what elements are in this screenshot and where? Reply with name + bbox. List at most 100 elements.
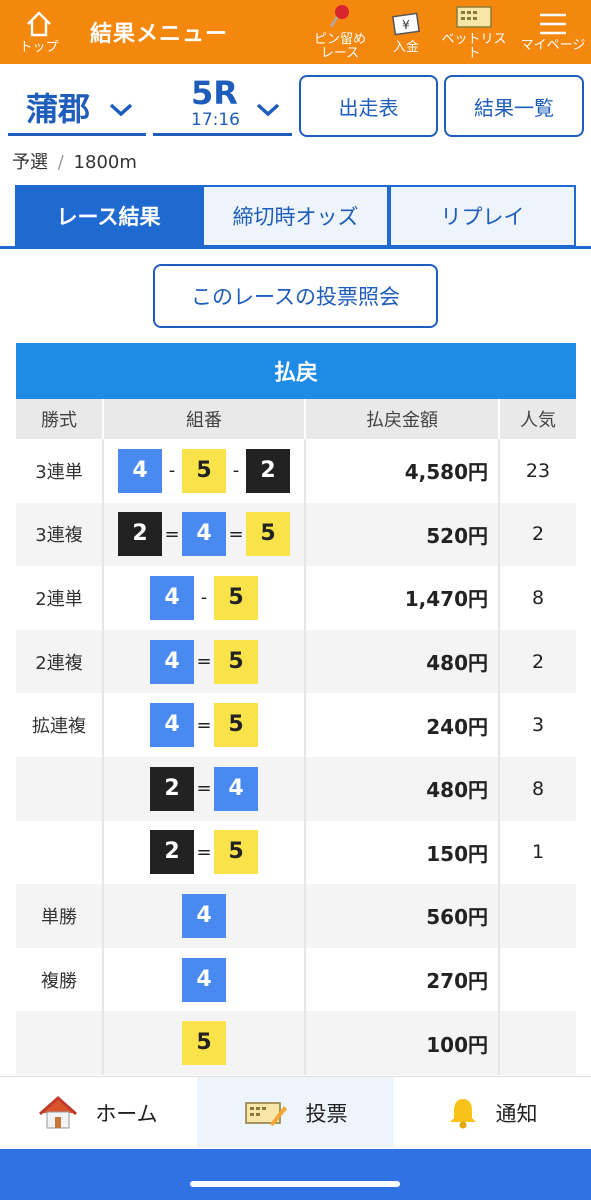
- popularity-cell: [499, 1011, 576, 1075]
- combination-cell: 4-5-2: [103, 439, 306, 503]
- betslip-icon: [456, 6, 492, 28]
- combination-cell: 4-5: [103, 566, 306, 630]
- column-header-combination: 組番: [103, 399, 306, 439]
- payout-amount-cell: 270円: [305, 947, 500, 1012]
- payout-rows: 3連単 4-5-2 4,580円 23 3連複 2 = 4 = 5 520円 2 2連単 4-5 1,470…: [16, 439, 576, 1075]
- mypage-button[interactable]: マイページ: [518, 0, 588, 64]
- app-header: トップ 結果メニュー ピン留め レース ¥ 入金 ベットリスト マイページ: [0, 0, 591, 64]
- popularity-cell: 1: [531, 841, 545, 864]
- popularity-cell: [499, 948, 576, 1012]
- entry-table-button[interactable]: 出走表: [299, 75, 438, 137]
- nav-vote-label: 投票: [305, 1101, 348, 1126]
- popularity-cell: [499, 884, 576, 948]
- boat-number-badge: 4: [182, 893, 226, 938]
- column-header-amount: 払戻金額: [305, 399, 500, 439]
- table-row: 複勝 4 270円: [16, 947, 576, 1012]
- page-title: 結果メニュー: [90, 22, 229, 47]
- payout-amount-cell: 520円: [305, 502, 500, 567]
- table-row: 3連単 4-5-2 4,580円 23: [16, 439, 576, 503]
- table-row: 2連複 4 = 5 480円 2: [16, 629, 576, 694]
- nav-vote[interactable]: 投票: [197, 1077, 394, 1148]
- boat-number-badge: 5: [246, 512, 290, 557]
- bet-type-cell: 単勝: [16, 884, 104, 948]
- system-nav-bar: [0, 1149, 591, 1200]
- payout-heading: 払戻: [16, 343, 576, 399]
- bet-type-cell: 拡連複: [16, 693, 104, 757]
- tab-replay[interactable]: リプレイ: [389, 185, 576, 247]
- bet-type-cell: 複勝: [16, 947, 104, 1012]
- tab-closing-odds[interactable]: 締切時オッズ: [202, 185, 389, 247]
- nav-notify[interactable]: 通知: [394, 1077, 591, 1148]
- yen-card-icon: ¥: [392, 12, 420, 36]
- combo-separator: -: [232, 460, 240, 482]
- table-header-row: 勝式 組番 払戻金額 人気: [16, 399, 576, 439]
- venue-name: 蒲郡: [26, 90, 91, 128]
- payout-amount-cell: 1,470円: [305, 566, 500, 630]
- boat-number-badge: 4: [150, 639, 194, 684]
- top-button[interactable]: トップ: [10, 0, 68, 64]
- result-list-button[interactable]: 結果一覧: [444, 75, 584, 137]
- bottom-nav: ホーム 投票 通知: [0, 1076, 591, 1148]
- nav-home[interactable]: ホーム: [0, 1077, 197, 1148]
- pushpin-icon: [329, 5, 349, 28]
- gesture-handle[interactable]: [190, 1181, 400, 1187]
- boat-number-badge: 2: [150, 766, 194, 811]
- payout-amount-cell: 4,580円: [305, 439, 500, 503]
- boat-number-badge: 5: [214, 639, 258, 684]
- venue-select[interactable]: 蒲郡: [8, 74, 146, 136]
- vote-inquiry-button[interactable]: このレースの投票照会: [153, 264, 438, 328]
- bet-type-cell: 3連単: [16, 439, 104, 503]
- boat-number-badge: 2: [150, 830, 194, 875]
- popularity-cell: 8: [531, 586, 545, 609]
- pin-race-button[interactable]: ピン留め レース: [306, 0, 374, 64]
- boat-number-badge: 5: [214, 830, 258, 875]
- tab-race-result[interactable]: レース結果: [15, 185, 202, 247]
- boat-number-badge: 4: [214, 766, 258, 811]
- betslip-pencil-icon: [244, 1101, 287, 1126]
- column-header-popularity: 人気: [499, 399, 576, 439]
- boat-number-badge: 4: [150, 575, 194, 620]
- betlist-button[interactable]: ベットリスト: [438, 0, 510, 64]
- combo-separator: =: [196, 651, 212, 673]
- bet-type-cell: 2連複: [16, 629, 104, 694]
- house-icon: [39, 1095, 78, 1128]
- race-grade: 予選: [12, 152, 48, 173]
- bet-type-cell: 3連複: [16, 502, 104, 567]
- boat-number-badge: 4: [150, 703, 194, 748]
- bet-type-cell: [16, 820, 104, 885]
- deposit-button[interactable]: ¥ 入金: [380, 0, 432, 64]
- combination-cell: 2 = 4: [103, 756, 306, 821]
- boat-number-badge: 2: [246, 448, 290, 493]
- race-number: 5R: [191, 74, 238, 112]
- table-row: 2 = 5 150円 1: [16, 820, 576, 885]
- race-select[interactable]: 5R 17:16: [153, 74, 292, 136]
- popularity-cell: 3: [531, 714, 545, 737]
- payout-amount-cell: 480円: [305, 629, 500, 694]
- combo-separator: =: [196, 841, 212, 863]
- mypage-label: マイページ: [520, 38, 586, 53]
- combo-separator: -: [200, 587, 208, 609]
- column-header-bet-type: 勝式: [16, 399, 104, 439]
- combination-cell: 4: [103, 884, 306, 948]
- boat-number-badge: 4: [182, 512, 226, 557]
- svg-text:¥: ¥: [402, 18, 410, 32]
- race-info: 予選 / 1800m: [12, 148, 137, 174]
- combo-separator: =: [164, 523, 180, 545]
- venue-bar: 蒲郡 5R 17:16 出走表 結果一覧: [0, 64, 591, 144]
- bet-type-cell: [16, 756, 104, 821]
- table-row: 3連複 2 = 4 = 5 520円 2: [16, 502, 576, 567]
- pin-label: ピン留め レース: [313, 32, 366, 61]
- combo-separator: =: [196, 714, 212, 736]
- boat-number-badge: 5: [214, 703, 258, 748]
- chevron-down-icon: [109, 103, 133, 117]
- combo-separator: -: [168, 460, 176, 482]
- table-row: 2連単 4-5 1,470円 8: [16, 566, 576, 630]
- boat-number-badge: 2: [118, 512, 162, 557]
- table-row: 拡連複 4 = 5 240円 3: [16, 693, 576, 757]
- popularity-cell: 2: [499, 629, 576, 694]
- betlist-label: ベットリスト: [441, 32, 507, 61]
- home-icon: [27, 11, 51, 37]
- race-distance: 1800m: [73, 152, 137, 173]
- combo-separator: =: [228, 523, 244, 545]
- payout-amount-cell: 240円: [305, 693, 500, 757]
